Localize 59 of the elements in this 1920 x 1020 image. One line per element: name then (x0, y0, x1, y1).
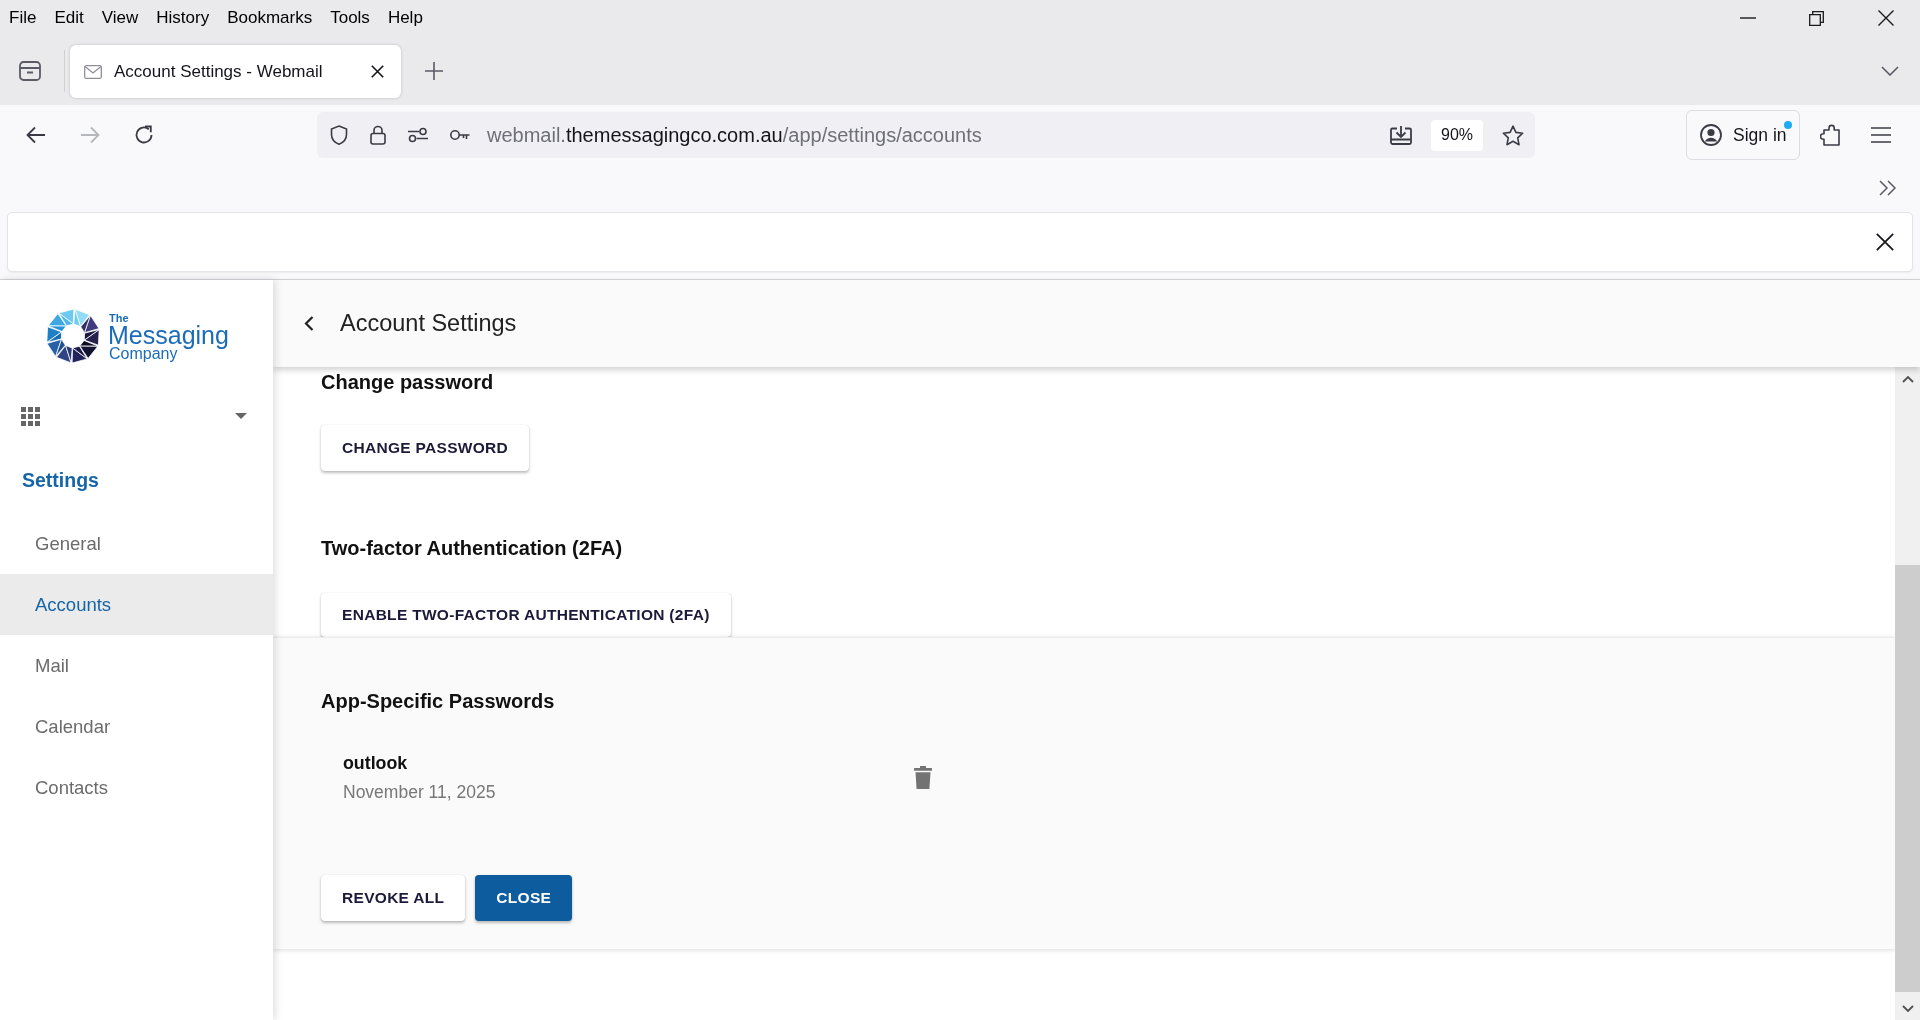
address-bar[interactable]: webmail.themessagingco.com.au/app/settings/accounts 90% (317, 112, 1535, 158)
chevron-up-icon[interactable] (1901, 375, 1914, 383)
action-button[interactable]: CLOSE (475, 875, 573, 921)
restore-icon[interactable] (1809, 10, 1824, 26)
menu-item[interactable]: Bookmarks (227, 7, 313, 29)
shield-icon[interactable] (330, 125, 348, 145)
section-heading: Change password (321, 370, 494, 395)
download-icon[interactable] (1390, 125, 1412, 145)
puzzle-piece-icon[interactable] (1820, 124, 1840, 146)
caret-down-icon[interactable] (235, 413, 247, 419)
menu-item[interactable]: History (156, 7, 210, 29)
action-button[interactable]: REVOKE ALL (321, 875, 466, 921)
menu-icon[interactable] (1871, 127, 1891, 143)
browser-tab[interactable]: Account Settings - Webmail (70, 45, 401, 98)
menu-item[interactable]: Help (387, 7, 423, 29)
sliders-icon[interactable] (408, 127, 428, 143)
menu-item[interactable]: Edit (54, 7, 84, 29)
star-icon[interactable] (1502, 124, 1524, 146)
trash-icon[interactable] (914, 766, 932, 789)
scrollbar-thumb[interactable] (1895, 565, 1920, 992)
chevron-left-icon[interactable] (304, 316, 314, 331)
lock-icon[interactable] (370, 125, 386, 145)
zoom-level-button[interactable]: 90% (1431, 119, 1483, 151)
sidebar-item[interactable]: Accounts (0, 574, 273, 635)
sidebar-heading: Settings (21, 468, 100, 493)
chevron-down-icon[interactable] (1901, 1004, 1914, 1012)
enable-2fa-button[interactable]: ENABLE TWO-FACTOR AUTHENTICATION (2FA) (321, 593, 731, 637)
logo-icon (45, 307, 101, 365)
double-chevron-right-icon[interactable] (1879, 179, 1897, 196)
menu-item[interactable]: View (101, 7, 139, 29)
scrollbar[interactable] (1895, 367, 1920, 1020)
created-date: November 11, 2025 (343, 781, 496, 804)
envelope-icon (84, 64, 102, 79)
close-icon[interactable] (1877, 10, 1894, 26)
chevron-down-icon[interactable] (1881, 65, 1899, 76)
apps-grid-icon[interactable] (21, 406, 40, 426)
app-name: outlook (343, 752, 409, 775)
change-password-button[interactable]: CHANGE PASSWORD (321, 425, 530, 471)
sidebar-item[interactable]: General (0, 513, 273, 574)
section-heading: Two-factor Authentication (2FA) (321, 536, 623, 561)
key-icon[interactable] (450, 129, 470, 141)
minimize-icon[interactable] (1739, 17, 1756, 19)
menu-item[interactable]: File (9, 7, 37, 29)
close-icon[interactable] (371, 65, 384, 78)
sidebar-item[interactable]: Contacts (0, 757, 273, 818)
page-title: Account Settings (340, 310, 517, 337)
sign-in-button[interactable]: Sign in (1686, 110, 1800, 160)
menu-item[interactable]: Tools (330, 7, 370, 29)
arrow-left-icon[interactable] (26, 126, 46, 144)
url-text: webmail.themessagingco.com.au/app/settings/accounts (487, 123, 982, 147)
plus-icon[interactable] (425, 61, 443, 80)
close-icon[interactable] (1876, 233, 1894, 251)
reload-icon[interactable] (134, 125, 154, 145)
sidebar-item[interactable]: Calendar (0, 696, 273, 757)
logo-wordmark: The Messaging Company (108, 311, 229, 362)
section-heading: App-Specific Passwords (321, 689, 555, 714)
sidebar-item[interactable]: Mail (0, 635, 273, 696)
tray-icon[interactable] (19, 60, 41, 81)
user-circle-icon (1700, 124, 1722, 146)
